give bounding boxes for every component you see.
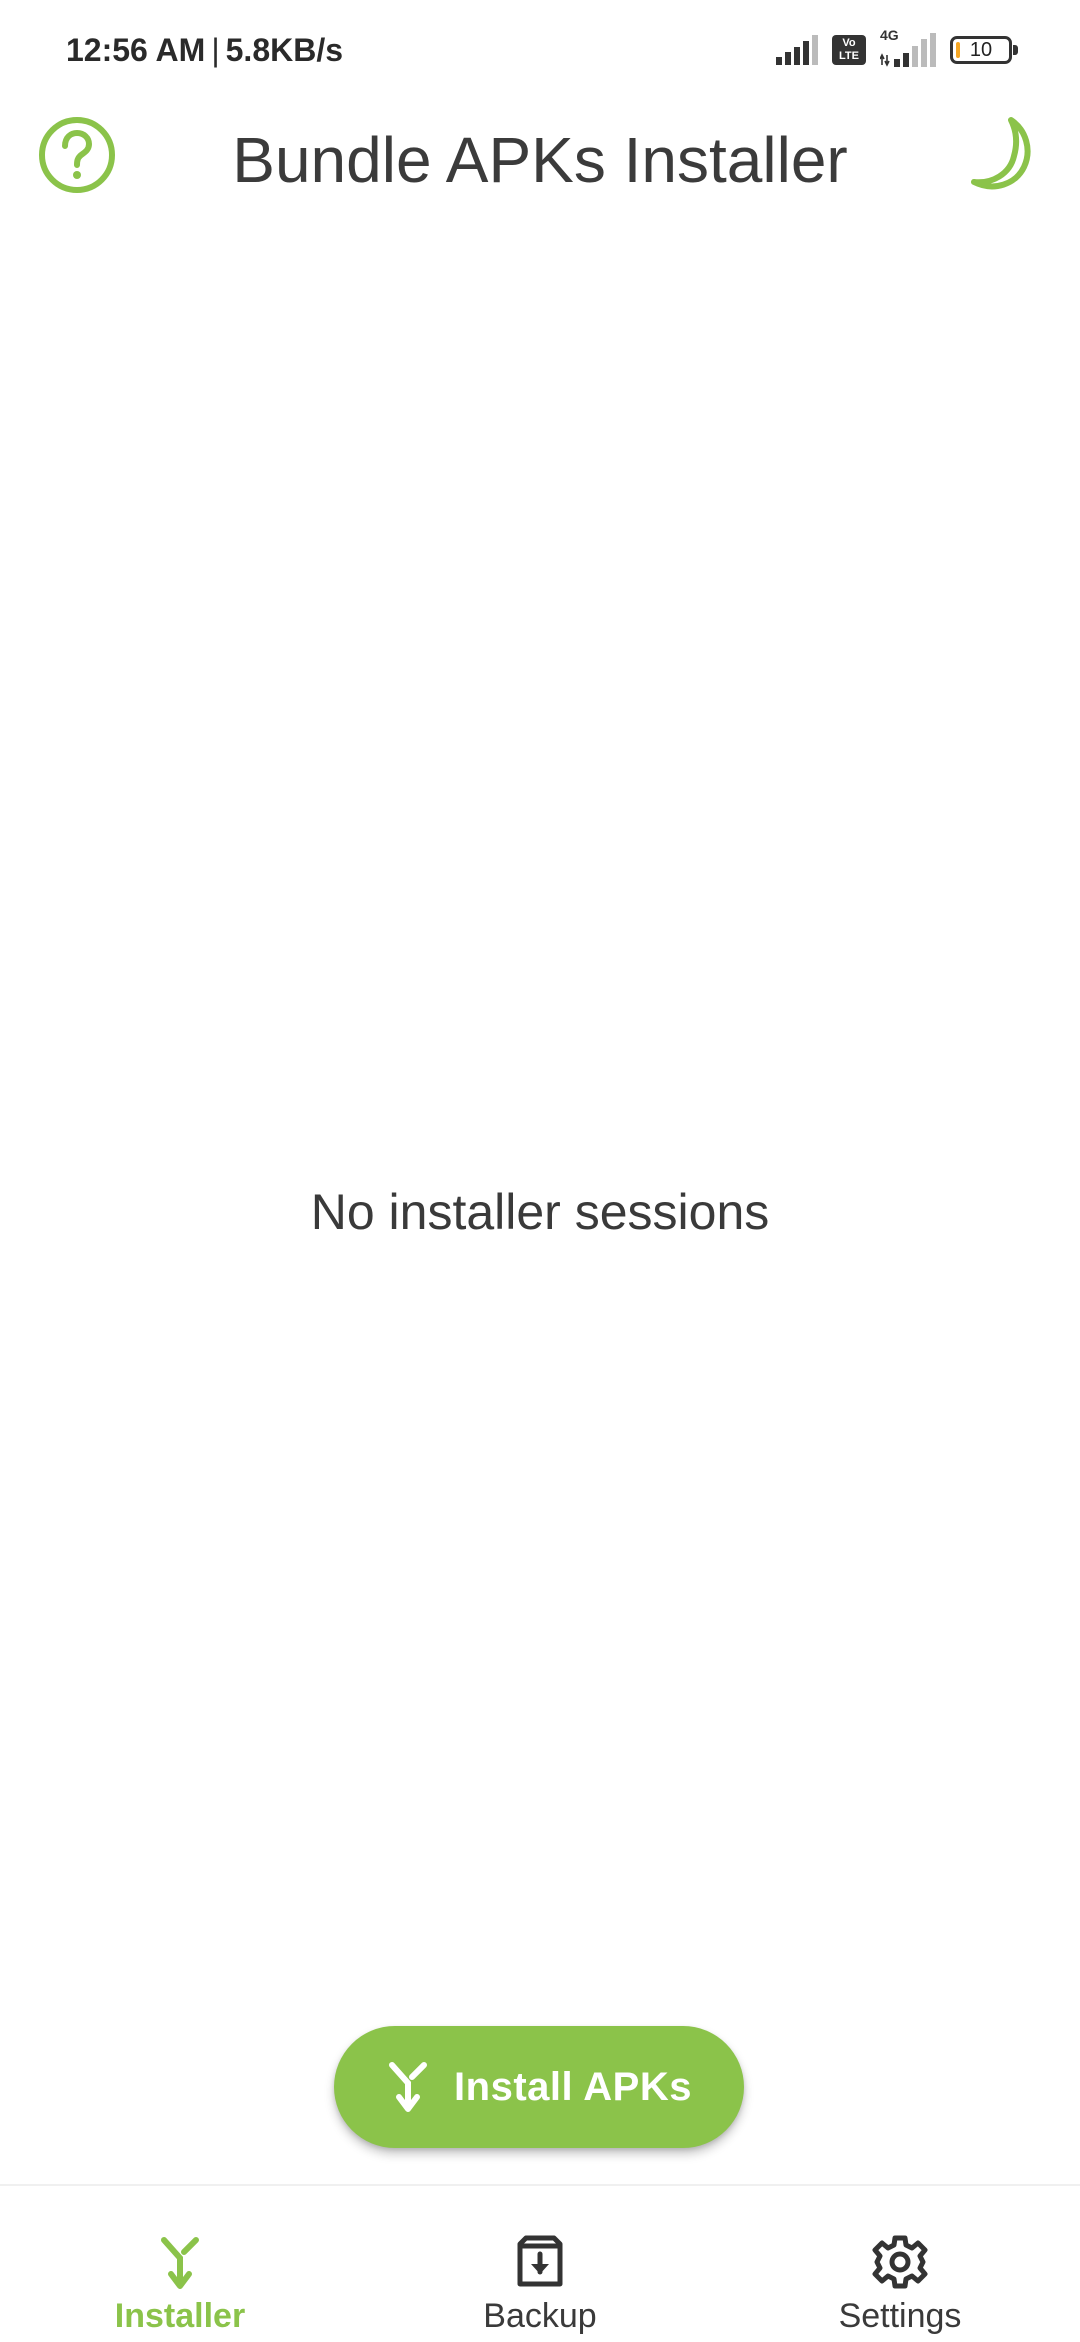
network-speed: 5.8KB/s bbox=[225, 32, 344, 68]
archive-icon bbox=[517, 2235, 563, 2287]
empty-sessions-message: No installer sessions bbox=[310, 1184, 770, 1240]
battery-icon: 10 bbox=[950, 36, 1018, 64]
volte-icon: Vo LTE bbox=[832, 35, 866, 65]
moon-icon bbox=[971, 117, 1031, 190]
signal-4g-icon: 4G bbox=[880, 27, 936, 67]
status-left: 12:56 AM | 5.8KB/s bbox=[66, 28, 343, 72]
nav-label-settings: Settings bbox=[838, 2297, 962, 2335]
bottom-navigation: Installer Backup Settings bbox=[0, 2184, 1080, 2342]
battery-percent: 10 bbox=[969, 39, 993, 61]
status-bar: 12:56 AM | 5.8KB/s Vo LTE 4G 10 bbox=[0, 0, 1080, 100]
volte-bottom: LTE bbox=[839, 50, 859, 62]
gear-icon bbox=[872, 2235, 928, 2289]
install-apks-label: Install APKs bbox=[454, 2064, 692, 2109]
nav-label-installer: Installer bbox=[114, 2297, 246, 2335]
theme-toggle-button[interactable] bbox=[956, 112, 1042, 198]
app-bar: Bundle APKs Installer bbox=[0, 100, 1080, 220]
nav-item-installer[interactable]: Installer bbox=[0, 2186, 360, 2342]
merge-arrow-icon bbox=[161, 2237, 199, 2289]
nav-item-backup[interactable]: Backup bbox=[360, 2186, 720, 2342]
app-title: Bundle APKs Installer bbox=[232, 124, 848, 196]
install-apks-button[interactable]: Install APKs bbox=[334, 2026, 744, 2148]
status-right: Vo LTE 4G 10 bbox=[762, 27, 1020, 70]
status-separator: | bbox=[211, 32, 220, 68]
nav-item-settings[interactable]: Settings bbox=[720, 2186, 1080, 2342]
status-time: 12:56 AM bbox=[66, 32, 206, 68]
volte-top: Vo bbox=[842, 37, 856, 49]
nav-label-backup: Backup bbox=[483, 2297, 597, 2335]
signal-strength-icon bbox=[776, 35, 818, 65]
merge-arrow-icon bbox=[389, 2062, 428, 2112]
